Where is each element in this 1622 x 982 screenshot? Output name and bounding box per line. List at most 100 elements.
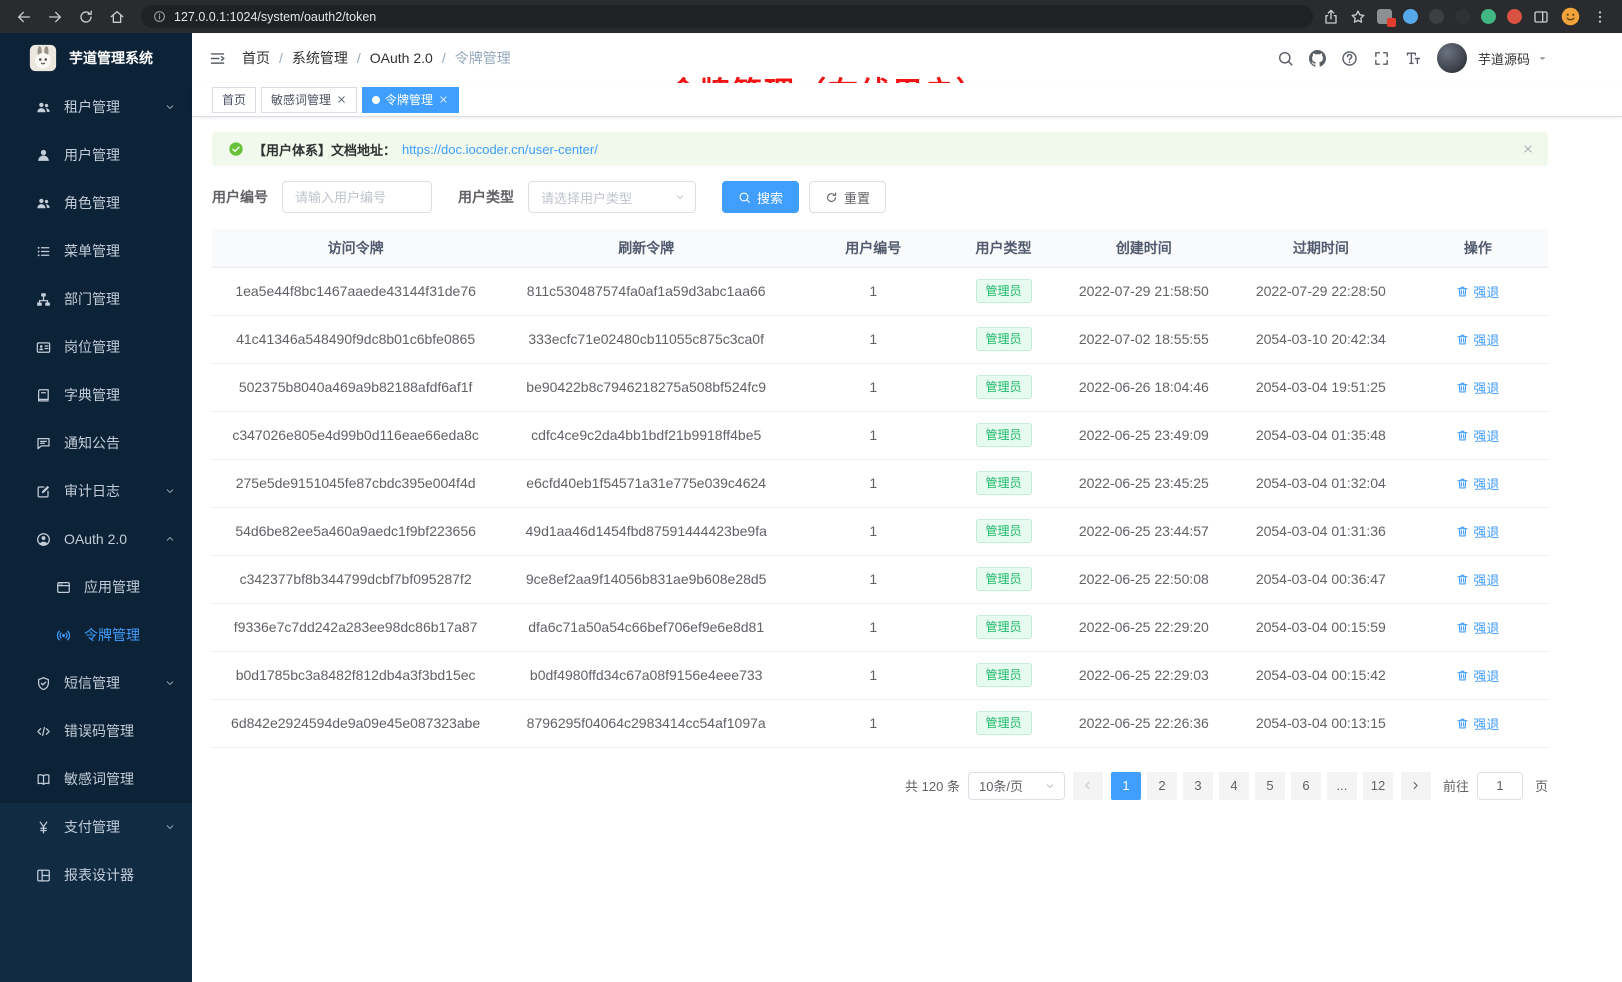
alert-close-icon[interactable] xyxy=(1522,143,1534,155)
tab-sensitive-word[interactable]: 敏感词管理 xyxy=(261,87,357,113)
chevron-down-icon xyxy=(1044,780,1056,792)
user-type-cell: 管理员 xyxy=(953,555,1053,603)
sidebar-item-dict[interactable]: 字典管理 xyxy=(0,371,192,419)
page-button-2[interactable]: 2 xyxy=(1147,772,1177,800)
tab-split-icon[interactable] xyxy=(1533,9,1549,25)
force-logout-button[interactable]: 强退 xyxy=(1456,522,1499,541)
sidebar-item-report[interactable]: 报表设计器 xyxy=(0,851,192,899)
search-button[interactable]: 搜索 xyxy=(722,181,799,213)
collapse-sidebar-icon[interactable] xyxy=(209,50,226,67)
breadcrumb-item[interactable]: 系统管理 xyxy=(292,48,348,68)
force-logout-label: 强退 xyxy=(1473,330,1499,349)
sidebar-menu: 租户管理用户管理角色管理菜单管理部门管理岗位管理字典管理通知公告审计日志OAut… xyxy=(0,83,192,803)
sidebar-item-oauth2[interactable]: OAuth 2.0 xyxy=(0,515,192,563)
sidebar-item-token[interactable]: 令牌管理 xyxy=(0,611,192,659)
page-button-6[interactable]: 6 xyxy=(1291,772,1321,800)
extension-icon[interactable] xyxy=(1507,9,1522,24)
sidebar-item-app[interactable]: 应用管理 xyxy=(0,563,192,611)
sidebar-item-tenant[interactable]: 租户管理 xyxy=(0,83,192,131)
reset-button[interactable]: 重置 xyxy=(809,181,886,213)
font-size-icon[interactable] xyxy=(1405,50,1422,67)
share-icon[interactable] xyxy=(1323,9,1339,25)
header-actions: 芋道源码 xyxy=(1277,43,1548,73)
menu-dots-icon[interactable] xyxy=(1592,9,1608,25)
app: 芋道管理系统 租户管理用户管理角色管理菜单管理部门管理岗位管理字典管理通知公告审… xyxy=(0,33,1622,982)
tab-home[interactable]: 首页 xyxy=(212,87,256,113)
page-size-select[interactable]: 10条/页 xyxy=(968,772,1065,800)
table-row: 41c41346a548490f9dc8b01c6bfe0865333ecfc7… xyxy=(212,315,1548,363)
force-logout-button[interactable]: 强退 xyxy=(1456,330,1499,349)
page-button-12[interactable]: 12 xyxy=(1363,772,1393,800)
extension-icon[interactable] xyxy=(1377,9,1392,24)
force-logout-button[interactable]: 强退 xyxy=(1456,282,1499,301)
page-button-4[interactable]: 4 xyxy=(1219,772,1249,800)
app-logo[interactable]: 芋道管理系统 xyxy=(0,33,192,83)
sidebar-item-post[interactable]: 岗位管理 xyxy=(0,323,192,371)
site-info-icon[interactable] xyxy=(153,10,166,23)
extension-icon[interactable] xyxy=(1429,9,1444,24)
table-row: 275e5de9151045fe87cbdc395e004f4de6cfd40e… xyxy=(212,459,1548,507)
force-logout-button[interactable]: 强退 xyxy=(1456,426,1499,445)
sidebar-item-role[interactable]: 角色管理 xyxy=(0,179,192,227)
tab-close-icon[interactable] xyxy=(438,94,449,105)
page-button-3[interactable]: 3 xyxy=(1183,772,1213,800)
help-icon[interactable] xyxy=(1341,50,1358,67)
extension-icon[interactable] xyxy=(1403,9,1418,24)
force-logout-button[interactable]: 强退 xyxy=(1456,714,1499,733)
sidebar-item-sms[interactable]: 短信管理 xyxy=(0,659,192,707)
goto-page-input[interactable] xyxy=(1477,772,1523,800)
page-button-1[interactable]: 1 xyxy=(1111,772,1141,800)
access-token-cell: c347026e805e4d99b0d116eae66eda8c xyxy=(212,411,499,459)
doc-link[interactable]: https://doc.iocoder.cn/user-center/ xyxy=(402,142,598,157)
url-bar[interactable]: 127.0.0.1:1024/system/oauth2/token xyxy=(141,5,1313,28)
table-row: 1ea5e44f8bc1467aaede43144f31de76811c5304… xyxy=(212,267,1548,315)
extension-icon[interactable] xyxy=(1481,9,1496,24)
trash-icon xyxy=(1456,669,1469,682)
pager-more-button[interactable]: ... xyxy=(1327,772,1357,800)
github-icon[interactable] xyxy=(1309,50,1326,67)
action-cell: 强退 xyxy=(1408,507,1548,555)
sidebar-item-notice[interactable]: 通知公告 xyxy=(0,419,192,467)
people-icon xyxy=(36,100,51,115)
sidebar-item-sensitive[interactable]: 敏感词管理 xyxy=(0,755,192,803)
extension-icon[interactable] xyxy=(1455,9,1470,24)
expire-time-cell: 2054-03-04 01:31:36 xyxy=(1234,507,1408,555)
forward-icon[interactable] xyxy=(47,9,63,25)
breadcrumb-item[interactable]: OAuth 2.0 xyxy=(370,50,433,66)
tab-close-icon[interactable] xyxy=(336,94,347,105)
prev-page-button[interactable] xyxy=(1073,772,1103,800)
user-type-select[interactable]: 请选择用户类型 xyxy=(528,181,696,213)
create-time-cell: 2022-06-25 22:29:03 xyxy=(1054,651,1234,699)
reload-icon[interactable] xyxy=(78,9,94,25)
user-avatar[interactable] xyxy=(1437,43,1467,73)
force-logout-button[interactable]: 强退 xyxy=(1456,570,1499,589)
sidebar-item-menu[interactable]: 菜单管理 xyxy=(0,227,192,275)
force-logout-button[interactable]: 强退 xyxy=(1456,666,1499,685)
force-logout-button[interactable]: 强退 xyxy=(1456,474,1499,493)
tab-token[interactable]: 令牌管理 xyxy=(362,87,459,113)
user-id-input[interactable] xyxy=(282,181,432,213)
chevron-down-icon xyxy=(164,485,176,497)
next-page-button[interactable] xyxy=(1401,772,1431,800)
sidebar-item-audit[interactable]: 审计日志 xyxy=(0,467,192,515)
back-icon[interactable] xyxy=(16,9,32,25)
force-logout-button[interactable]: 强退 xyxy=(1456,618,1499,637)
caret-down-icon[interactable] xyxy=(1537,53,1548,64)
page-content: 【用户体系】文档地址： https://doc.iocoder.cn/user-… xyxy=(192,117,1622,982)
sidebar-item-pay[interactable]: 支付管理 xyxy=(0,803,192,851)
home-icon[interactable] xyxy=(109,9,125,25)
user-name[interactable]: 芋道源码 xyxy=(1478,49,1530,68)
fullscreen-icon[interactable] xyxy=(1373,50,1390,67)
id-card-icon xyxy=(36,340,51,355)
page-button-5[interactable]: 5 xyxy=(1255,772,1285,800)
sidebar-item-dept[interactable]: 部门管理 xyxy=(0,275,192,323)
breadcrumb-item[interactable]: 首页 xyxy=(242,48,270,68)
sidebar-item-user[interactable]: 用户管理 xyxy=(0,131,192,179)
user-type-badge: 管理员 xyxy=(976,327,1032,351)
force-logout-button[interactable]: 强退 xyxy=(1456,378,1499,397)
profile-avatar[interactable] xyxy=(1560,6,1581,27)
search-icon[interactable] xyxy=(1277,50,1294,67)
user-id-cell: 1 xyxy=(793,315,953,363)
bookmark-star-icon[interactable] xyxy=(1350,9,1366,25)
sidebar-item-errcode[interactable]: 错误码管理 xyxy=(0,707,192,755)
